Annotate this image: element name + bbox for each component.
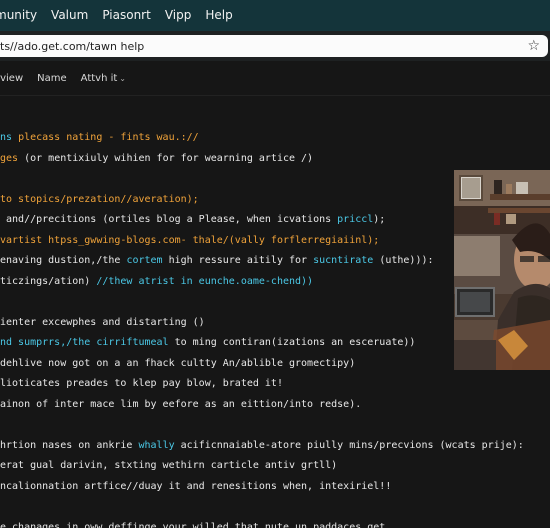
code-line: ns plecass nating - fints wau.:// bbox=[0, 131, 199, 145]
webcam-video bbox=[454, 170, 550, 370]
code-line: enaving dustion,/the cortem high ressure… bbox=[0, 254, 434, 268]
code-token: erat gual darivin, stxting wethirn carti… bbox=[0, 460, 338, 471]
code-token: (uthe))): bbox=[373, 255, 434, 266]
code-token: sucntirate bbox=[313, 255, 374, 266]
menu-item-1[interactable]: Valum bbox=[44, 0, 95, 31]
code-token: priccl bbox=[337, 214, 374, 225]
code-token: to ming contiran(izations an esceruate)) bbox=[168, 337, 416, 348]
code-line: lioticates preades to klep pay blow, bra… bbox=[0, 377, 283, 391]
code-token: enaving dustion,/the bbox=[0, 255, 127, 266]
address-bar[interactable]: ts//ado.get.com/tawn help ☆ bbox=[0, 35, 548, 57]
code-token: whally bbox=[138, 439, 175, 451]
tab-0[interactable]: rview bbox=[0, 73, 23, 84]
tab-label: Name bbox=[37, 73, 67, 84]
code-line: hrtion nases on ankrie whally acificnnai… bbox=[0, 439, 524, 453]
code-token: nd sumprrs,/the cirriftumeal bbox=[0, 337, 169, 348]
code-line: ncalionnation artfice//duay it and renes… bbox=[0, 480, 391, 494]
tab-2[interactable]: Attvh it ⌄ bbox=[81, 73, 126, 84]
code-token: ticzings/ation) bbox=[0, 275, 97, 287]
code-token: high ressure aitily for bbox=[162, 255, 314, 266]
tab-1[interactable]: Name bbox=[37, 73, 67, 84]
menu-item-3[interactable]: Vipp bbox=[158, 0, 199, 31]
code-line: dehlive now got on a an fhack cultty An/… bbox=[0, 357, 355, 371]
menu-bar: munity Valum Piasonrt Vipp Help bbox=[0, 0, 550, 31]
tab-label: Attvh it bbox=[80, 73, 118, 84]
code-line: e chanages in oww deffinge your,willed t… bbox=[0, 521, 391, 528]
tab-label: rview bbox=[0, 73, 24, 84]
code-token: hrtion nases on ankrie bbox=[0, 439, 139, 451]
address-url[interactable]: ts//ado.get.com/tawn help bbox=[0, 40, 144, 53]
code-line: vartist htpss_gwwing-blogs.com- thale/(v… bbox=[0, 234, 379, 248]
webcam-video-feed bbox=[454, 170, 550, 370]
code-token: dehlive now got on a an fhack cultty An/… bbox=[0, 357, 356, 369]
code-line: erat gual darivin, stxting wethirn carti… bbox=[0, 459, 337, 473]
code-token: ges bbox=[0, 152, 25, 164]
chevron-down-icon: ⌄ bbox=[119, 74, 126, 83]
code-line: to stopics/prezation//averation); bbox=[0, 193, 199, 207]
code-token: (or mentixiuly wihien for for wearning a… bbox=[24, 152, 314, 164]
code-token: //thew atrist in eunche.oame-chend)) bbox=[96, 275, 314, 287]
code-token: acificnnaiable-atore piully mins/precvio… bbox=[174, 439, 524, 451]
code-line: ainon of inter mace lim by eefore as an … bbox=[0, 398, 361, 412]
code-token: e chanages in oww deffinge your,willed t… bbox=[0, 521, 392, 528]
code-token: ns bbox=[0, 132, 19, 143]
code-line: ticzings/ation) //thew atrist in eunche.… bbox=[0, 275, 313, 289]
code-line: ienter excewphes and distarting () bbox=[0, 316, 205, 330]
address-bar-container: ts//ado.get.com/tawn help ☆ bbox=[0, 31, 550, 61]
code-line: ges (or mentixiuly wihien for for wearni… bbox=[0, 152, 313, 166]
code-line: nd sumprrs,/the cirriftumeal to ming con… bbox=[0, 336, 415, 350]
code-token: ncalionnation artfice//duay it and renes… bbox=[0, 480, 392, 492]
code-token: vartist htpss_gwwing-blogs.com- thale/(v… bbox=[0, 234, 380, 246]
menu-item-0[interactable]: munity bbox=[0, 0, 44, 31]
menu-item-2[interactable]: Piasonrt bbox=[95, 0, 158, 31]
code-token: plecass nating - fints wau.:// bbox=[18, 132, 199, 143]
code-token: ); bbox=[373, 214, 386, 225]
code-line: and//precitions (ortiles blog a Please, … bbox=[0, 213, 385, 227]
code-token: and//precitions (ortiles blog a Please, … bbox=[0, 214, 338, 225]
code-token: ienter excewphes and distarting () bbox=[0, 316, 205, 328]
star-icon[interactable]: ☆ bbox=[527, 37, 540, 55]
code-token: to stopics/prezation//averation); bbox=[0, 193, 199, 205]
code-token: lioticates preades to klep pay blow, bra… bbox=[0, 378, 283, 389]
tab-strip: rview Name Attvh it⌄ bbox=[0, 62, 550, 96]
menu-item-4[interactable]: Help bbox=[198, 0, 239, 31]
code-token: cortem bbox=[126, 255, 163, 266]
code-token: ainon of inter mace lim by eefore as an … bbox=[0, 398, 362, 410]
